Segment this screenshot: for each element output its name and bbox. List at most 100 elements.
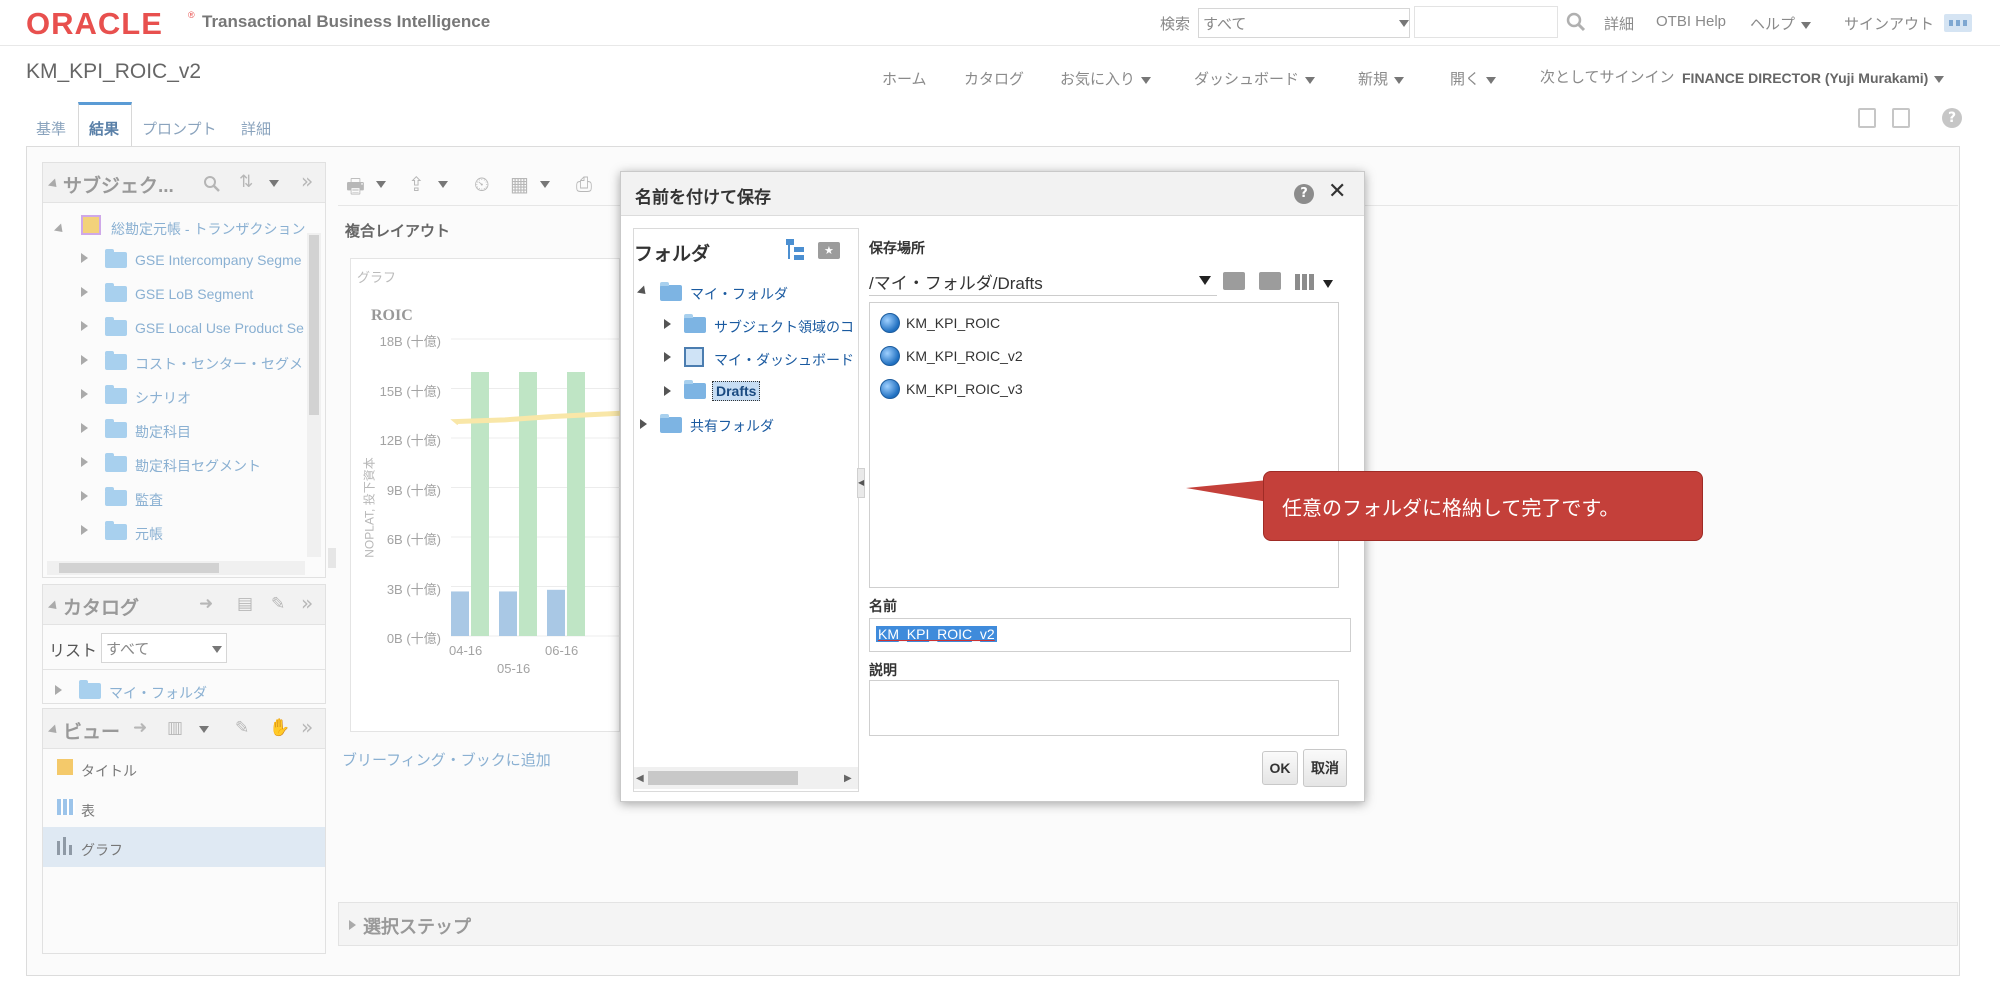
nav-open[interactable]: 開く <box>1450 68 1497 89</box>
chevron-down-icon[interactable] <box>1323 280 1333 288</box>
nav-dashboard[interactable]: ダッシュボード <box>1194 68 1316 89</box>
arrow-right-icon[interactable]: ➜ <box>199 594 213 614</box>
vertical-scrollbar[interactable] <box>307 233 321 557</box>
user-menu[interactable]: FINANCE DIRECTOR (Yuji Murakami) <box>1682 70 1945 86</box>
tree-subject-area-folder[interactable]: サブジェクト領域のコ <box>714 317 860 337</box>
search-icon[interactable] <box>203 175 221 193</box>
tree-item[interactable]: 勘定科目セグメント <box>135 456 307 476</box>
file-item[interactable]: KM_KPI_ROIC <box>880 311 1180 337</box>
tree-item[interactable]: GSE Intercompany Segme <box>135 252 307 268</box>
arrow-right-icon[interactable]: ➜ <box>133 718 147 738</box>
bar-series-1[interactable] <box>547 589 565 636</box>
bar-series-1[interactable] <box>499 591 517 636</box>
collapse-icon[interactable] <box>636 285 650 298</box>
list-select[interactable]: すべて <box>101 633 227 663</box>
ok-button[interactable]: OK <box>1262 751 1298 785</box>
view-item-title[interactable]: タイトル <box>81 761 137 781</box>
expand-icon[interactable] <box>349 920 356 930</box>
expand-icon[interactable] <box>81 321 88 331</box>
otbi-help-link[interactable]: OTBI Help <box>1656 13 1726 30</box>
view-mode-icon[interactable] <box>1295 274 1315 290</box>
scroll-right-icon[interactable]: ▶ <box>844 773 852 784</box>
help-icon[interactable]: ? <box>1942 108 1962 128</box>
delete-icon[interactable]: ✋ <box>269 718 290 738</box>
expand-icon[interactable] <box>81 457 88 467</box>
file-item[interactable]: KM_KPI_ROIC_v3 <box>880 377 1180 403</box>
tree-my-folder[interactable]: マイ・フォルダ <box>690 284 788 304</box>
nav-catalog[interactable]: カタログ <box>964 68 1024 89</box>
nav-favorites[interactable]: お気に入り <box>1060 68 1152 89</box>
nav-new[interactable]: 新規 <box>1358 68 1405 89</box>
scrollbar-thumb[interactable] <box>309 235 319 415</box>
show-tree-icon[interactable] <box>786 239 804 261</box>
expand-icon[interactable] <box>81 423 88 433</box>
file-item[interactable]: KM_KPI_ROIC_v2 <box>880 344 1180 370</box>
bar-series-2[interactable] <box>519 372 537 636</box>
edit-icon[interactable]: ✎ <box>235 718 249 738</box>
chevron-down-icon[interactable] <box>269 180 279 187</box>
tree-item[interactable]: コスト・センター・セグメ <box>135 354 307 374</box>
collapse-icon[interactable] <box>47 178 61 191</box>
expand-toggle-icon[interactable] <box>53 223 67 236</box>
horizontal-scrollbar[interactable]: ◀ ▶ <box>634 767 858 789</box>
new-folder-icon[interactable] <box>1259 272 1281 290</box>
bar-series-2[interactable] <box>471 372 489 636</box>
details-link[interactable]: 詳細 <box>1604 13 1634 34</box>
print-options-icon[interactable]: ⎙ <box>576 172 592 196</box>
add-to-briefing-book-link[interactable]: ブリーフィング・ブックに追加 <box>342 749 551 770</box>
bar-series-2[interactable] <box>567 372 585 636</box>
tab-prompts[interactable]: プロンプト <box>142 118 217 139</box>
cancel-button[interactable]: 取消 <box>1303 749 1347 787</box>
expand-icon[interactable] <box>81 287 88 297</box>
search-input[interactable] <box>1414 6 1558 38</box>
expand-icon[interactable] <box>81 525 88 535</box>
bar-series-1[interactable] <box>451 591 469 636</box>
help-menu[interactable]: ヘルプ <box>1750 13 1812 34</box>
expand-icon[interactable] <box>640 419 647 429</box>
scrollbar-thumb[interactable] <box>59 563 219 573</box>
expand-icon[interactable] <box>81 253 88 263</box>
sort-icon[interactable]: ⇅ <box>239 172 253 192</box>
expand-icon[interactable] <box>664 352 671 362</box>
close-icon[interactable]: ✕ <box>1328 179 1346 204</box>
tab-criteria[interactable]: 基準 <box>36 118 66 139</box>
selection-steps-panel[interactable]: 選択ステップ <box>338 902 1958 946</box>
tab-results[interactable]: 結果 <box>89 118 119 139</box>
location-select[interactable]: /マイ・フォルダ/Drafts <box>869 264 1217 296</box>
expand-icon[interactable] <box>664 319 671 329</box>
print-icon[interactable]: 🖶 <box>346 172 365 206</box>
chevron-down-icon[interactable] <box>438 181 448 188</box>
schedule-icon[interactable]: ⏲ <box>474 172 490 196</box>
search-icon[interactable] <box>1566 12 1586 32</box>
description-input[interactable] <box>869 680 1339 736</box>
app-grid-icon[interactable] <box>1944 14 1972 32</box>
scroll-left-icon[interactable]: ◀ <box>636 773 644 784</box>
collapse-icon[interactable] <box>47 600 61 613</box>
view-item-table[interactable]: 表 <box>81 801 95 821</box>
new-view-icon[interactable]: ▥ <box>167 718 183 738</box>
catalog-folder-item[interactable]: マイ・フォルダ <box>109 683 289 703</box>
tree-item[interactable]: 監査 <box>135 490 307 510</box>
save-as-icon[interactable] <box>1892 108 1910 128</box>
new-layout-icon[interactable]: ▦ <box>510 172 529 196</box>
tree-item[interactable]: GSE Local Use Product Se <box>135 320 307 336</box>
scrollbar-thumb[interactable] <box>648 771 798 785</box>
tab-advanced[interactable]: 詳細 <box>241 118 271 139</box>
edit-icon[interactable]: ✎ <box>271 594 285 614</box>
expand-pane-icon[interactable]: » <box>301 169 313 193</box>
search-scope-select[interactable]: すべて <box>1198 8 1410 38</box>
copy-icon[interactable]: ▤ <box>237 594 253 614</box>
signout-link[interactable]: サインアウト <box>1844 13 1934 34</box>
splitter-handle[interactable]: ◀ <box>857 468 865 498</box>
horizontal-scrollbar[interactable] <box>47 561 305 575</box>
expand-icon[interactable] <box>664 386 671 396</box>
export-icon[interactable]: ⇪ <box>408 172 425 196</box>
new-folder-icon[interactable]: ★ <box>818 242 840 259</box>
tree-item[interactable]: GSE LoB Segment <box>135 286 307 302</box>
chevron-down-icon[interactable] <box>540 181 550 188</box>
tree-drafts-selected[interactable]: Drafts <box>712 381 761 401</box>
expand-icon[interactable] <box>81 389 88 399</box>
folder-up-icon[interactable] <box>1223 272 1245 290</box>
help-icon[interactable]: ? <box>1294 184 1314 204</box>
subject-area-root[interactable]: 総勘定元帳 - トランザクション <box>111 219 307 239</box>
